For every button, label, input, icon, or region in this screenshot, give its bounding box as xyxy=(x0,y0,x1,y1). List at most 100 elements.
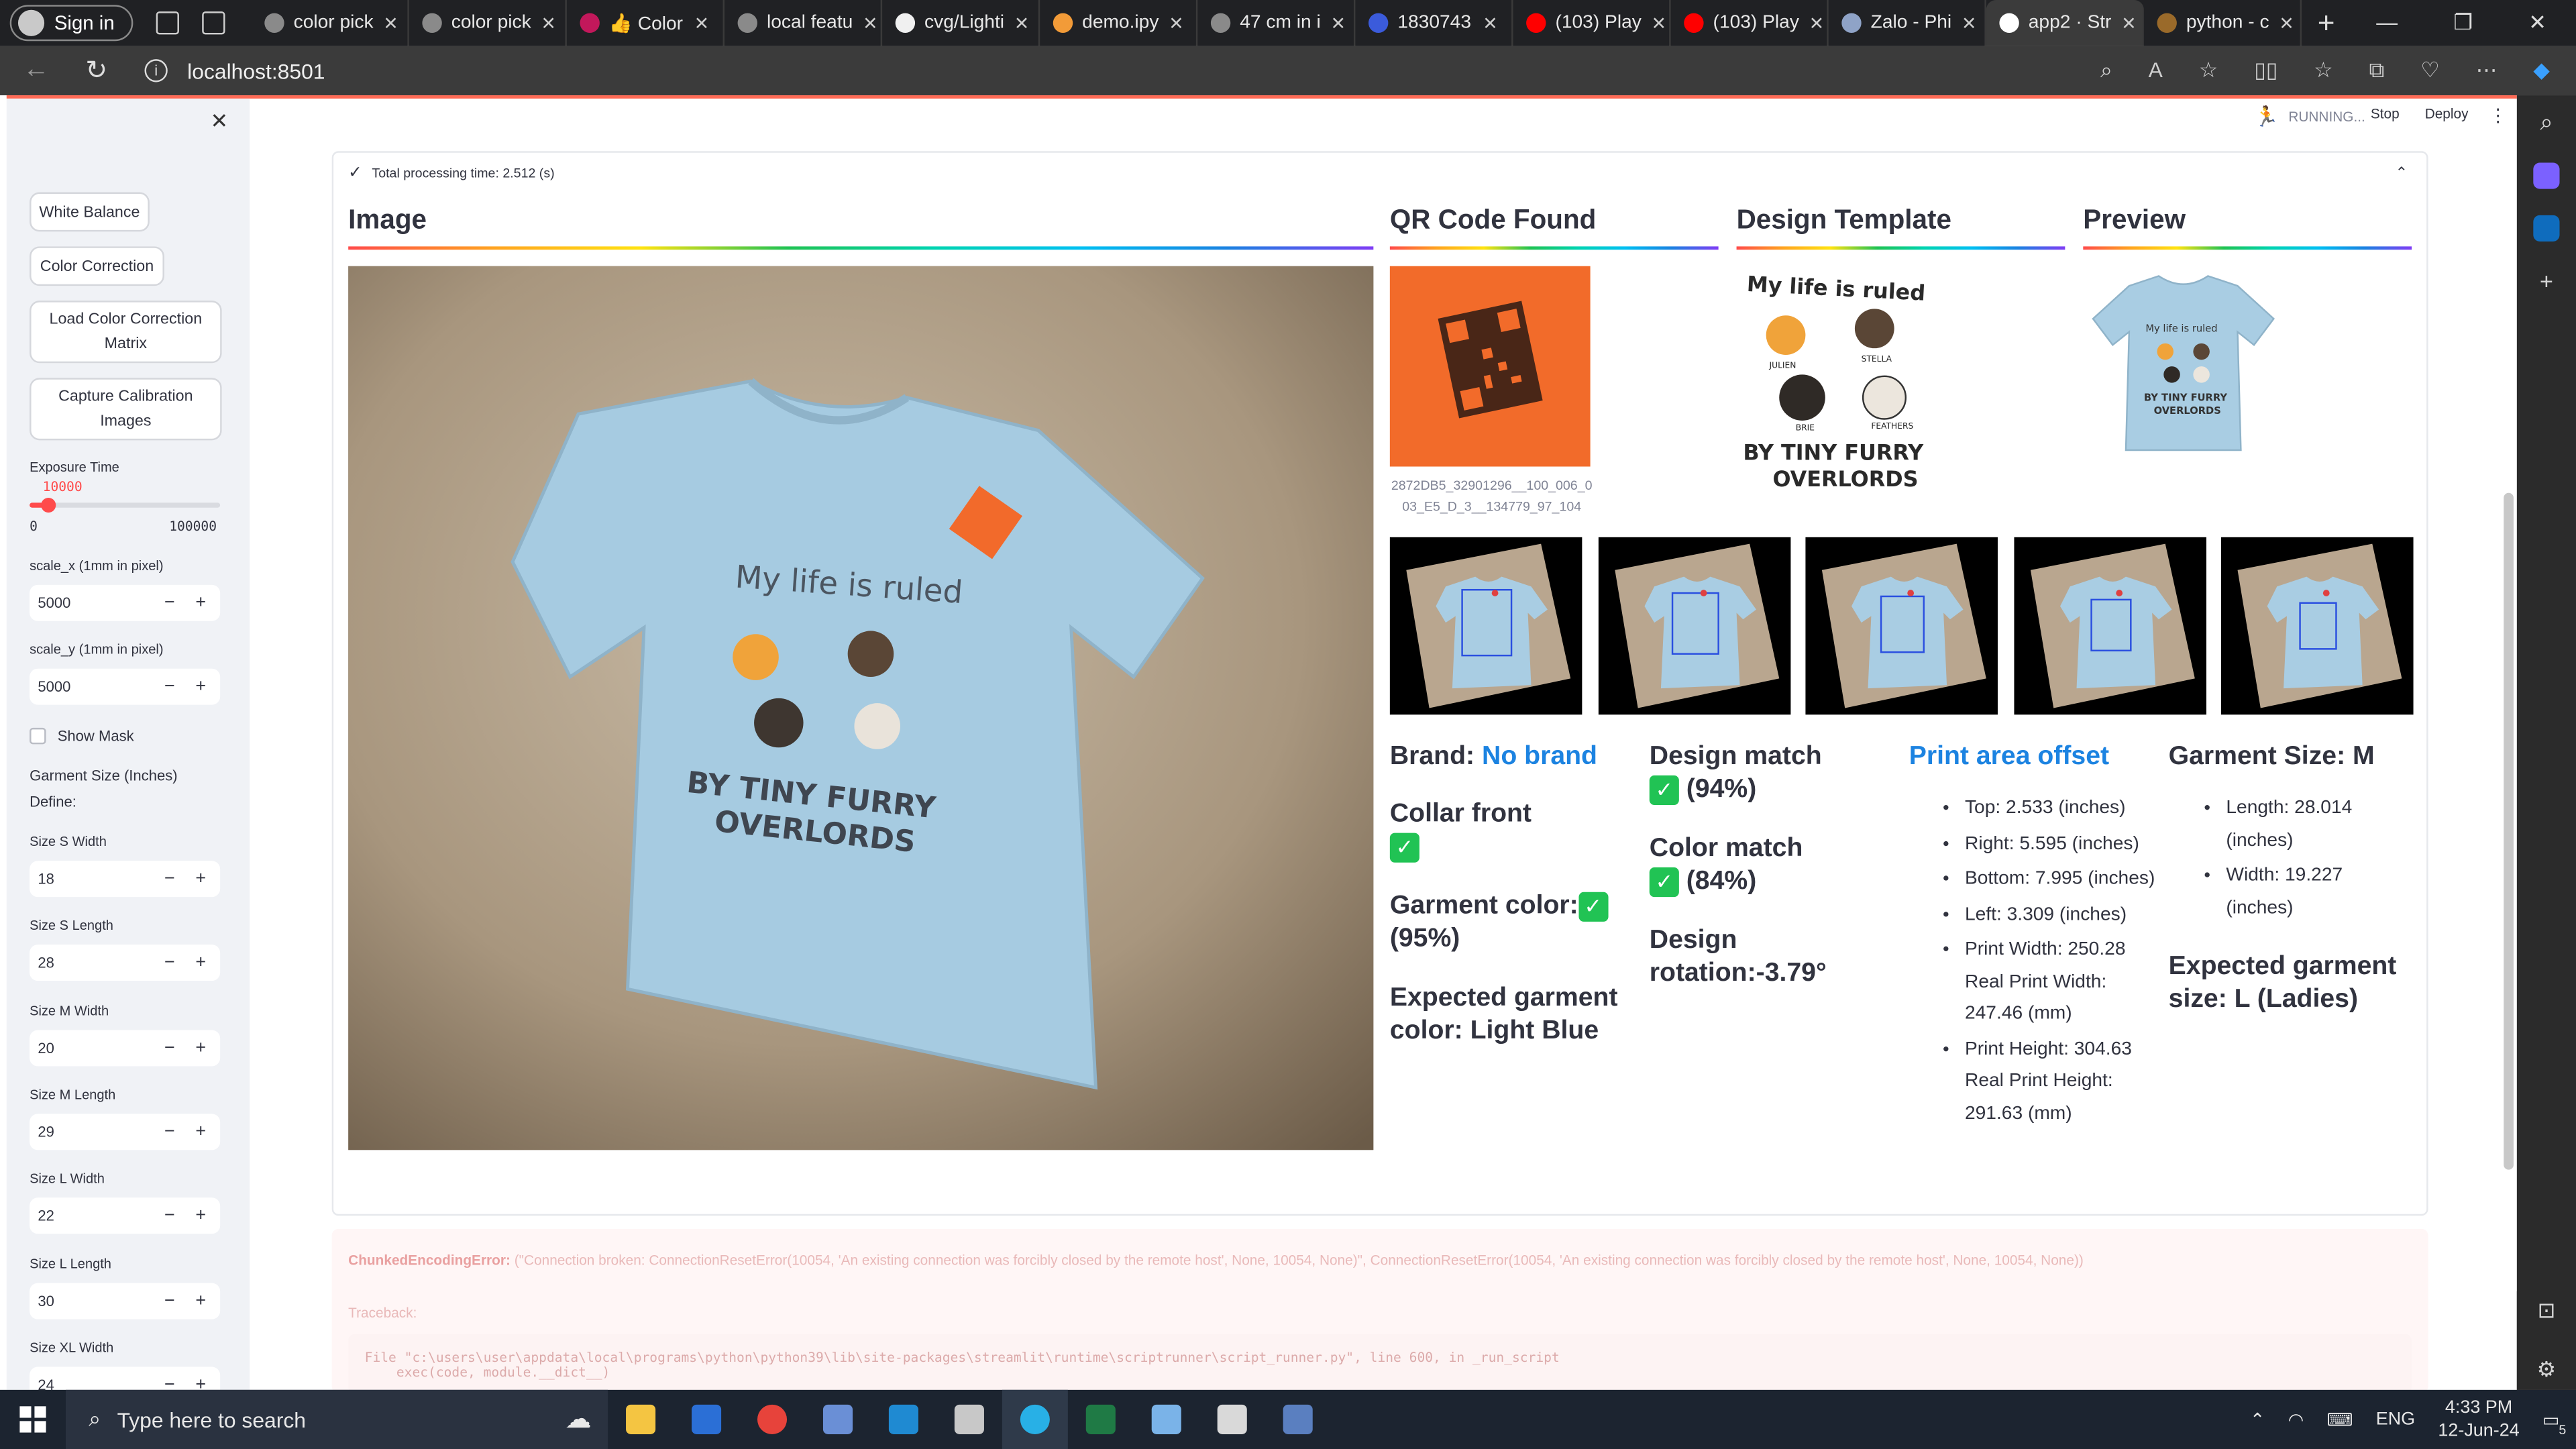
size-input[interactable]: 22 − + xyxy=(30,1197,221,1234)
close-tab-icon[interactable]: ✕ xyxy=(863,12,878,34)
read-aloud-icon[interactable]: A xyxy=(2149,58,2163,84)
capture-calibration-button[interactable]: Capture Calibration Images xyxy=(30,378,222,441)
close-tab-icon[interactable]: ✕ xyxy=(2121,12,2137,34)
increment-button[interactable]: + xyxy=(195,953,206,973)
copilot-sidebar-icon[interactable] xyxy=(2533,162,2560,189)
white-balance-button[interactable]: White Balance xyxy=(30,192,150,232)
increment-button[interactable]: + xyxy=(195,1206,206,1226)
browser-tab[interactable]: 👍 Color ✕ xyxy=(566,0,724,46)
size-input[interactable]: 29 − + xyxy=(30,1114,221,1150)
scale-y-input[interactable]: 5000 − + xyxy=(30,668,221,705)
deploy-button[interactable]: Deploy xyxy=(2425,105,2469,121)
size-input[interactable]: 30 − + xyxy=(30,1282,221,1319)
decrement-button[interactable]: − xyxy=(164,1038,175,1057)
store-icon[interactable] xyxy=(674,1390,739,1449)
decrement-button[interactable]: − xyxy=(164,953,175,973)
browser-tab[interactable]: demo.ipy ✕ xyxy=(1039,0,1197,46)
page-scrollbar[interactable] xyxy=(2504,492,2514,1170)
show-mask-checkbox[interactable] xyxy=(30,727,46,745)
close-tab-icon[interactable]: ✕ xyxy=(694,12,710,34)
main-menu-icon[interactable]: ⋮ xyxy=(2489,105,2507,126)
close-tab-icon[interactable]: ✕ xyxy=(1169,12,1184,34)
browser-tab[interactable]: color pick ✕ xyxy=(251,0,409,46)
tab-actions-icon[interactable] xyxy=(201,11,225,35)
outlook-icon[interactable] xyxy=(2533,215,2560,242)
favorite-star-icon[interactable]: ☆ xyxy=(2199,58,2218,84)
vscode-icon[interactable] xyxy=(871,1390,936,1449)
taskbar-search[interactable]: ⌕ Type here to search ☁ xyxy=(65,1389,608,1449)
size-input[interactable]: 28 − + xyxy=(30,945,221,981)
windows-start-icon[interactable] xyxy=(19,1406,46,1433)
workspaces-icon[interactable] xyxy=(155,11,179,35)
decrement-button[interactable]: − xyxy=(164,1291,175,1310)
decrement-button[interactable]: − xyxy=(164,593,175,612)
app-icon[interactable] xyxy=(805,1390,871,1449)
close-sidebar-icon[interactable]: ✕ xyxy=(210,109,228,135)
close-tab-icon[interactable]: ✕ xyxy=(1014,12,1030,34)
close-tab-icon[interactable]: ✕ xyxy=(1330,12,1346,34)
close-tab-icon[interactable]: ✕ xyxy=(383,12,398,34)
restore-icon[interactable]: ❐ xyxy=(2453,10,2473,36)
file-explorer-icon[interactable] xyxy=(608,1390,674,1449)
copilot-icon[interactable]: ◆ xyxy=(2533,58,2549,84)
browser-tab[interactable]: 47 cm in i ✕ xyxy=(1197,0,1355,46)
close-tab-icon[interactable]: ✕ xyxy=(1483,12,1498,34)
browser-tab[interactable]: python - c ✕ xyxy=(2143,0,2302,46)
decrement-button[interactable]: − xyxy=(164,1122,175,1141)
minimize-icon[interactable]: — xyxy=(2376,10,2398,36)
increment-button[interactable]: + xyxy=(195,1122,206,1141)
increment-button[interactable]: + xyxy=(195,869,206,889)
scale-x-input[interactable]: 5000 − + xyxy=(30,584,221,621)
chrome-icon[interactable] xyxy=(739,1390,805,1449)
zoom-icon[interactable]: ⌕ xyxy=(2100,58,2112,84)
close-tab-icon[interactable]: ✕ xyxy=(1652,12,1667,34)
increment-button[interactable]: + xyxy=(195,1291,206,1310)
app-icon[interactable] xyxy=(936,1390,1002,1449)
increment-button[interactable]: + xyxy=(195,593,206,612)
decrement-button[interactable]: − xyxy=(164,1206,175,1226)
browser-tab[interactable]: (103) Play ✕ xyxy=(1513,0,1670,46)
browser-tab[interactable]: color pick ✕ xyxy=(409,0,567,46)
excel-icon[interactable] xyxy=(1068,1390,1134,1449)
signin-button[interactable]: Sign in xyxy=(9,5,133,42)
browser-essentials-icon[interactable]: ♡ xyxy=(2420,58,2440,84)
browser-tab[interactable]: cvg/Lighti ✕ xyxy=(881,0,1040,46)
collections-icon[interactable]: ⧉ xyxy=(2369,58,2385,84)
notifications-icon[interactable]: ▭ 5 xyxy=(2542,1409,2566,1436)
load-ccm-button[interactable]: Load Color Correction Matrix xyxy=(30,301,222,364)
increment-button[interactable]: + xyxy=(195,677,206,696)
decrement-button[interactable]: − xyxy=(164,677,175,696)
browser-tab[interactable]: local featu ✕ xyxy=(724,0,882,46)
size-input[interactable]: 18 − + xyxy=(30,861,221,898)
split-screen-icon[interactable]: ▯▯ xyxy=(2254,58,2277,84)
app-icon[interactable] xyxy=(1199,1390,1265,1449)
browser-tab[interactable]: (103) Play ✕ xyxy=(1670,0,1828,46)
close-window-icon[interactable]: ✕ xyxy=(2528,10,2546,36)
close-tab-icon[interactable]: ✕ xyxy=(1962,12,1977,34)
increment-button[interactable]: + xyxy=(195,1038,206,1057)
clock[interactable]: 4:33 PM 12-Jun-24 xyxy=(2438,1397,2519,1443)
screenshot-icon[interactable]: ⊡ xyxy=(2538,1298,2556,1324)
browser-tab[interactable]: app2 · Str ✕ xyxy=(1986,0,2144,46)
more-menu-icon[interactable]: ⋯ xyxy=(2476,58,2498,84)
refresh-icon[interactable]: ↻ xyxy=(85,54,125,87)
collapse-chevron-icon[interactable]: ⌃ xyxy=(2396,164,2408,182)
edge-icon[interactable] xyxy=(1002,1389,1068,1449)
new-tab-icon[interactable]: + xyxy=(2318,6,2335,40)
close-tab-icon[interactable]: ✕ xyxy=(541,12,556,34)
wifi-icon[interactable]: ◠ xyxy=(2288,1409,2304,1430)
browser-tab[interactable]: 1830743 ✕ xyxy=(1355,0,1513,46)
settings-gear-icon[interactable]: ⚙ xyxy=(2537,1357,2557,1383)
browser-tab[interactable]: Zalo - Phi ✕ xyxy=(1828,0,1986,46)
url-field[interactable]: localhost:8501 xyxy=(187,58,325,83)
back-icon[interactable]: ← xyxy=(23,56,62,85)
calculator-icon[interactable] xyxy=(1265,1390,1331,1449)
decrement-button[interactable]: − xyxy=(164,869,175,889)
notepad-icon[interactable] xyxy=(1134,1390,1199,1449)
close-tab-icon[interactable]: ✕ xyxy=(2279,12,2294,34)
add-icon[interactable]: + xyxy=(2540,268,2553,294)
stop-button[interactable]: Stop xyxy=(2371,105,2400,121)
language-indicator[interactable]: ENG xyxy=(2376,1409,2415,1429)
close-tab-icon[interactable]: ✕ xyxy=(1809,12,1825,34)
search-icon[interactable]: ⌕ xyxy=(2540,109,2553,137)
